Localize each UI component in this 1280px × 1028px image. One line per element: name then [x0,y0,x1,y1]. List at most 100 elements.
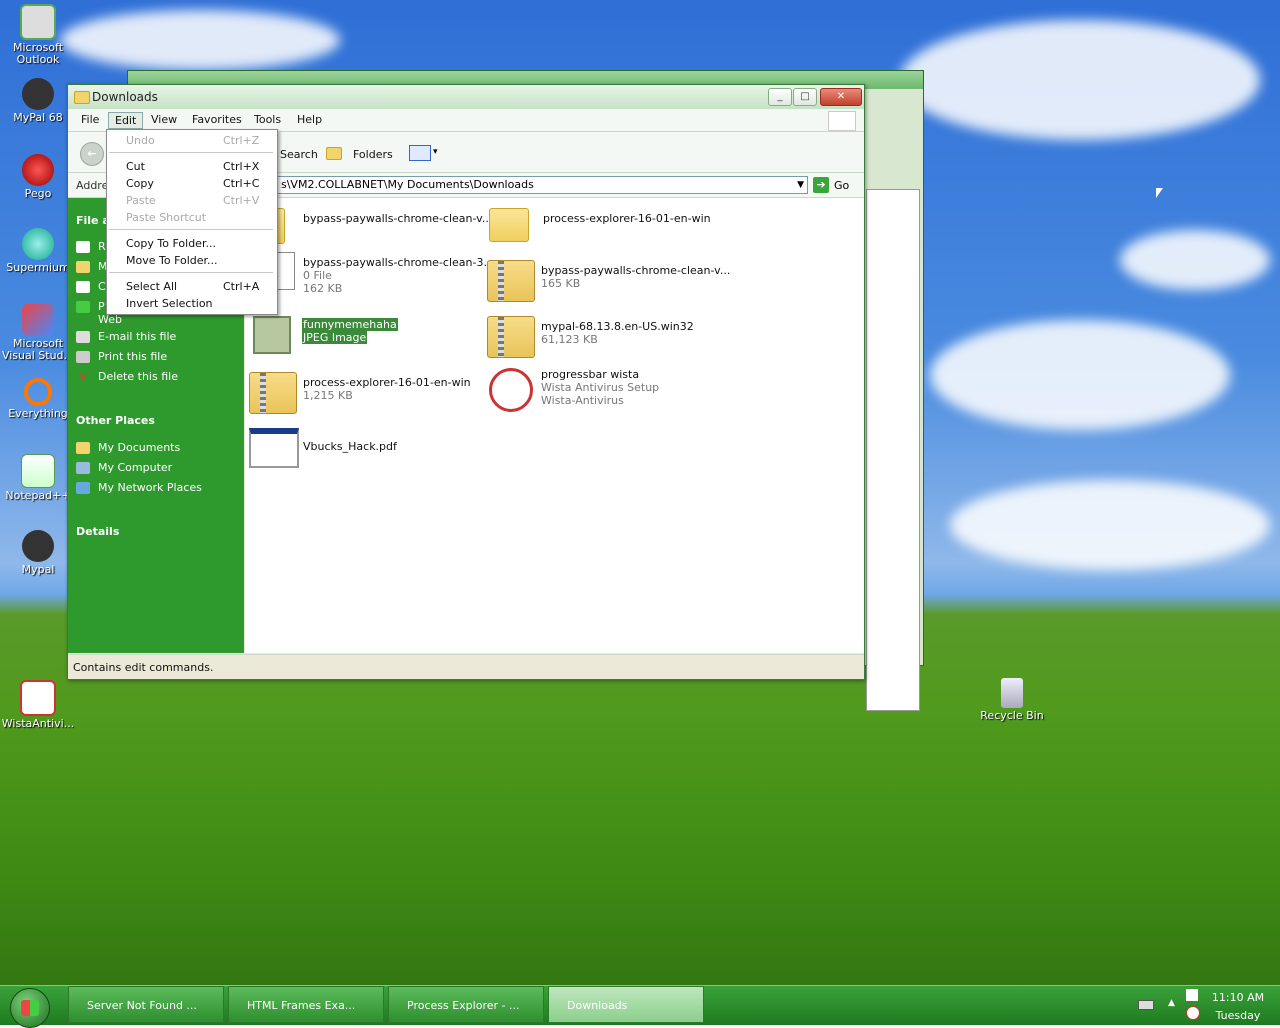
address-dropdown-icon[interactable]: ▼ [797,177,804,193]
cloud [950,480,1270,570]
menu-invert-selection[interactable]: Invert Selection [126,297,213,310]
visual-studio-icon [22,304,54,336]
file-task-move[interactable]: M [76,260,108,273]
my-documents-icon [76,442,90,454]
go-arrow-icon[interactable]: ➔ [813,177,829,193]
windows-logo-icon [828,111,856,131]
close-button[interactable]: ✕ [820,88,862,106]
file-task-publish[interactable]: P [76,300,105,313]
menu-file[interactable]: File [81,113,99,126]
copy-icon [76,281,90,293]
views-dropdown-icon[interactable]: ▾ [433,147,438,157]
taskbar-button[interactable]: Process Explorer - ... [388,986,544,1023]
menu-select-all-shortcut: Ctrl+A [223,280,260,293]
window-title: Downloads [92,90,158,104]
file-task-rename[interactable]: R [76,240,106,253]
window-titlebar[interactable]: Downloads _ □ ✕ [68,85,864,110]
start-button[interactable] [10,988,50,1028]
cloud [930,320,1230,430]
pego-icon [22,154,54,186]
desktop-icon-mypal68[interactable]: MyPal 68 [0,78,76,124]
go-button[interactable]: Go [834,179,849,192]
wista-antivirus-icon [20,680,56,716]
move-icon [76,261,90,273]
file-item[interactable]: progressbar wista Wista Antivirus Setup … [487,364,757,412]
notepadpp-icon [21,454,55,488]
back-button[interactable]: ← [80,142,104,166]
menu-paste[interactable]: Paste [126,194,156,207]
desktop-icon-supermium[interactable]: Supermium [0,228,76,274]
print-file-link[interactable]: Print this file [76,350,167,363]
menu-select-all[interactable]: Select All [126,280,177,293]
taskbar: Server Not Found ... HTML Frames Exa... … [0,985,1280,1028]
menu-undo[interactable]: Undo [126,134,155,147]
email-file-link[interactable]: E-mail this file [76,330,176,343]
views-button[interactable] [409,145,431,161]
file-item[interactable]: bypass-paywalls-chrome-clean-3... 0 File… [249,252,494,300]
file-task-copy[interactable]: C [76,280,106,293]
menu-paste-shortcut-item[interactable]: Paste Shortcut [126,211,206,224]
menu-tools[interactable]: Tools [254,113,281,126]
tray-app-icon[interactable] [1186,989,1198,1001]
desktop-icon-pego[interactable]: Pego [0,154,76,200]
desktop-icon-notepadpp[interactable]: Notepad++ [0,454,76,502]
recycle-bin-icon [1001,678,1023,708]
clock-day: Tuesday [1215,1009,1261,1022]
place-my-documents[interactable]: My Documents [76,441,180,454]
menu-copy-to-folder[interactable]: Copy To Folder... [126,237,216,250]
file-item[interactable]: bypass-paywalls-chrome-clean-v... [245,208,492,256]
maximize-button[interactable]: □ [793,88,817,106]
menu-favorites[interactable]: Favorites [192,113,242,126]
publish-icon [76,301,90,313]
menu-copy[interactable]: Copy [126,177,154,190]
file-item[interactable]: process-explorer-16-01-en-win [489,208,769,256]
desktop-icon-mypal[interactable]: Mypal [0,530,76,576]
place-my-computer[interactable]: My Computer [76,461,172,474]
desktop-icon-wista-antivirus[interactable]: WistaAntivi... [0,680,76,730]
folder-icon [489,208,529,242]
cloud [900,20,1260,140]
delete-file-link[interactable]: ✕ Delete this file [76,370,178,384]
file-list: bypass-paywalls-chrome-clean-v... proces… [245,198,864,653]
file-item[interactable]: process-explorer-16-01-en-win 1,215 KB [249,372,489,420]
taskbar-button[interactable]: HTML Frames Exa... [228,986,384,1023]
file-item-selected[interactable]: funnymemehaha JPEG Image [253,316,453,364]
folder-icon [74,91,90,104]
folders-icon [326,147,342,160]
menu-edit[interactable]: Edit [108,112,144,129]
mouse-cursor-icon [1156,188,1163,198]
windows-flag-icon [21,1000,39,1016]
desktop-icon-everything[interactable]: Everything [0,378,76,420]
place-my-network[interactable]: My Network Places [76,481,202,494]
outlook-icon [20,4,56,40]
file-item[interactable]: mypal-68.13.8.en-US.win32 61,123 KB [487,316,757,364]
desktop-icon-visual-studio[interactable]: Microsoft Visual Stud... [0,304,76,362]
zip-folder-icon [249,372,297,414]
printer-icon [76,351,90,363]
clock[interactable]: 11:10 AM Tuesday [1210,989,1266,1025]
wista-tray-icon[interactable] [1186,1006,1200,1020]
desktop-icon-outlook[interactable]: Microsoft Outlook [0,4,76,66]
desktop-icon-recycle-bin[interactable]: Recycle Bin [974,678,1050,722]
file-item[interactable]: Vbucks_Hack.pdf [249,428,489,476]
menu-cut[interactable]: Cut [126,160,145,173]
clock-time: 11:10 AM [1211,991,1265,1004]
taskbar-button-active[interactable]: Downloads [548,986,704,1023]
menu-cut-shortcut: Ctrl+X [223,160,260,173]
menu-move-to-folder[interactable]: Move To Folder... [126,254,218,267]
details-heading[interactable]: Details [76,525,119,538]
menu-view[interactable]: View [151,113,177,126]
minimize-button[interactable]: _ [768,88,792,106]
menu-separator [109,152,273,153]
menu-help[interactable]: Help [297,113,322,126]
show-hidden-icons-icon[interactable]: ▲ [1168,998,1175,1008]
search-button[interactable]: Search [280,148,318,161]
file-item[interactable]: bypass-paywalls-chrome-clean-v... 165 KB [487,260,757,308]
folders-button[interactable]: Folders [353,148,393,161]
address-input[interactable]: s\VM2.COLLABNET\My Documents\Downloads ▼ [276,176,808,194]
menu-separator [109,272,273,273]
keyboard-icon[interactable] [1138,1000,1154,1010]
other-places-heading[interactable]: Other Places [76,414,155,427]
my-computer-icon [76,462,90,474]
taskbar-button[interactable]: Server Not Found ... [68,986,224,1023]
